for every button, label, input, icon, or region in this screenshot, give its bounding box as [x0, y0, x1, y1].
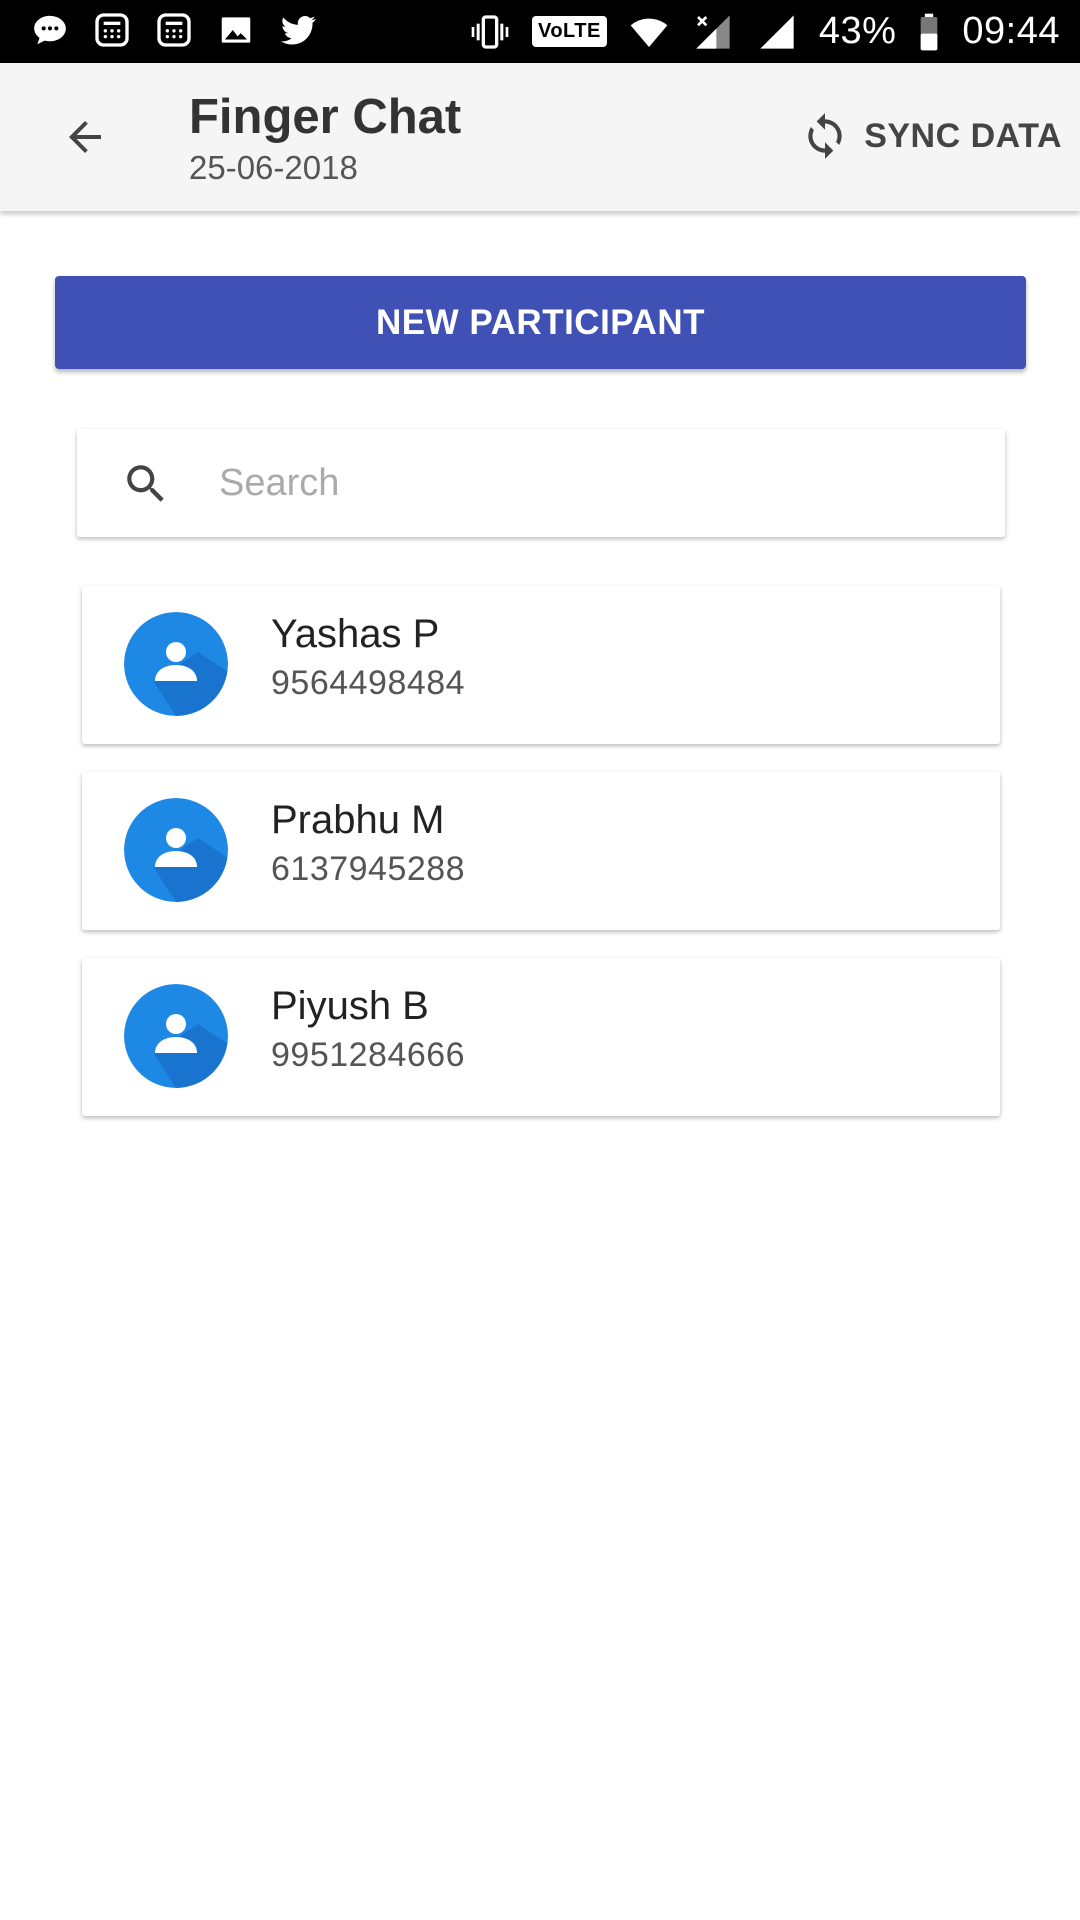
wifi-icon — [627, 10, 671, 54]
participant-card[interactable]: Prabhu M 6137945288 — [82, 772, 1000, 930]
participant-phone: 9951284666 — [271, 1036, 466, 1074]
clock: 09:44 — [962, 10, 1060, 52]
vibrate-icon — [468, 10, 512, 54]
participant-card[interactable]: Piyush B 9951284666 — [82, 958, 1000, 1116]
sync-data-button[interactable]: SYNC DATA — [800, 101, 1062, 171]
new-participant-label: NEW PARTICIPANT — [376, 302, 705, 342]
page-subtitle-date: 25-06-2018 — [189, 149, 358, 186]
system-icons: VoLTE 43% 09:44 — [468, 0, 1060, 63]
sync-icon — [808, 113, 842, 159]
participant-phone: 6137945288 — [271, 850, 466, 888]
chat-bubble-icon — [28, 8, 72, 52]
participant-name: Yashas P — [271, 612, 440, 656]
participant-list: Yashas P 9564498484 Prabhu M 6137945288 … — [82, 586, 1000, 1144]
back-button[interactable] — [52, 107, 118, 167]
battery-icon — [916, 10, 942, 54]
person-icon — [124, 984, 228, 1088]
participant-name: Piyush B — [271, 984, 429, 1028]
calculator-icon — [152, 8, 196, 52]
status-bar: VoLTE 43% 09:44 — [0, 0, 1080, 63]
avatar — [124, 984, 228, 1088]
signal-icon — [691, 10, 735, 54]
search-box — [77, 429, 1005, 537]
sync-data-label: SYNC DATA — [864, 116, 1062, 155]
search-input[interactable] — [219, 453, 979, 513]
new-participant-button[interactable]: NEW PARTICIPANT — [55, 276, 1026, 369]
notification-icons — [28, 8, 320, 52]
app-bar: Finger Chat 25-06-2018 SYNC DATA — [0, 63, 1080, 211]
battery-percent: 43% — [818, 10, 897, 52]
signal-icon — [755, 10, 799, 54]
calculator-icon — [90, 8, 134, 52]
participant-name: Prabhu M — [271, 798, 445, 842]
twitter-icon — [276, 8, 320, 52]
avatar — [124, 612, 228, 716]
volte-icon: VoLTE — [531, 16, 607, 47]
image-icon — [214, 8, 258, 52]
avatar — [124, 798, 228, 902]
arrow-back-icon — [69, 121, 101, 153]
participant-card[interactable]: Yashas P 9564498484 — [82, 586, 1000, 744]
person-icon — [124, 798, 228, 902]
participant-phone: 9564498484 — [271, 664, 466, 702]
person-icon — [124, 612, 228, 716]
page-title: Finger Chat — [189, 90, 462, 144]
search-icon — [127, 465, 164, 502]
